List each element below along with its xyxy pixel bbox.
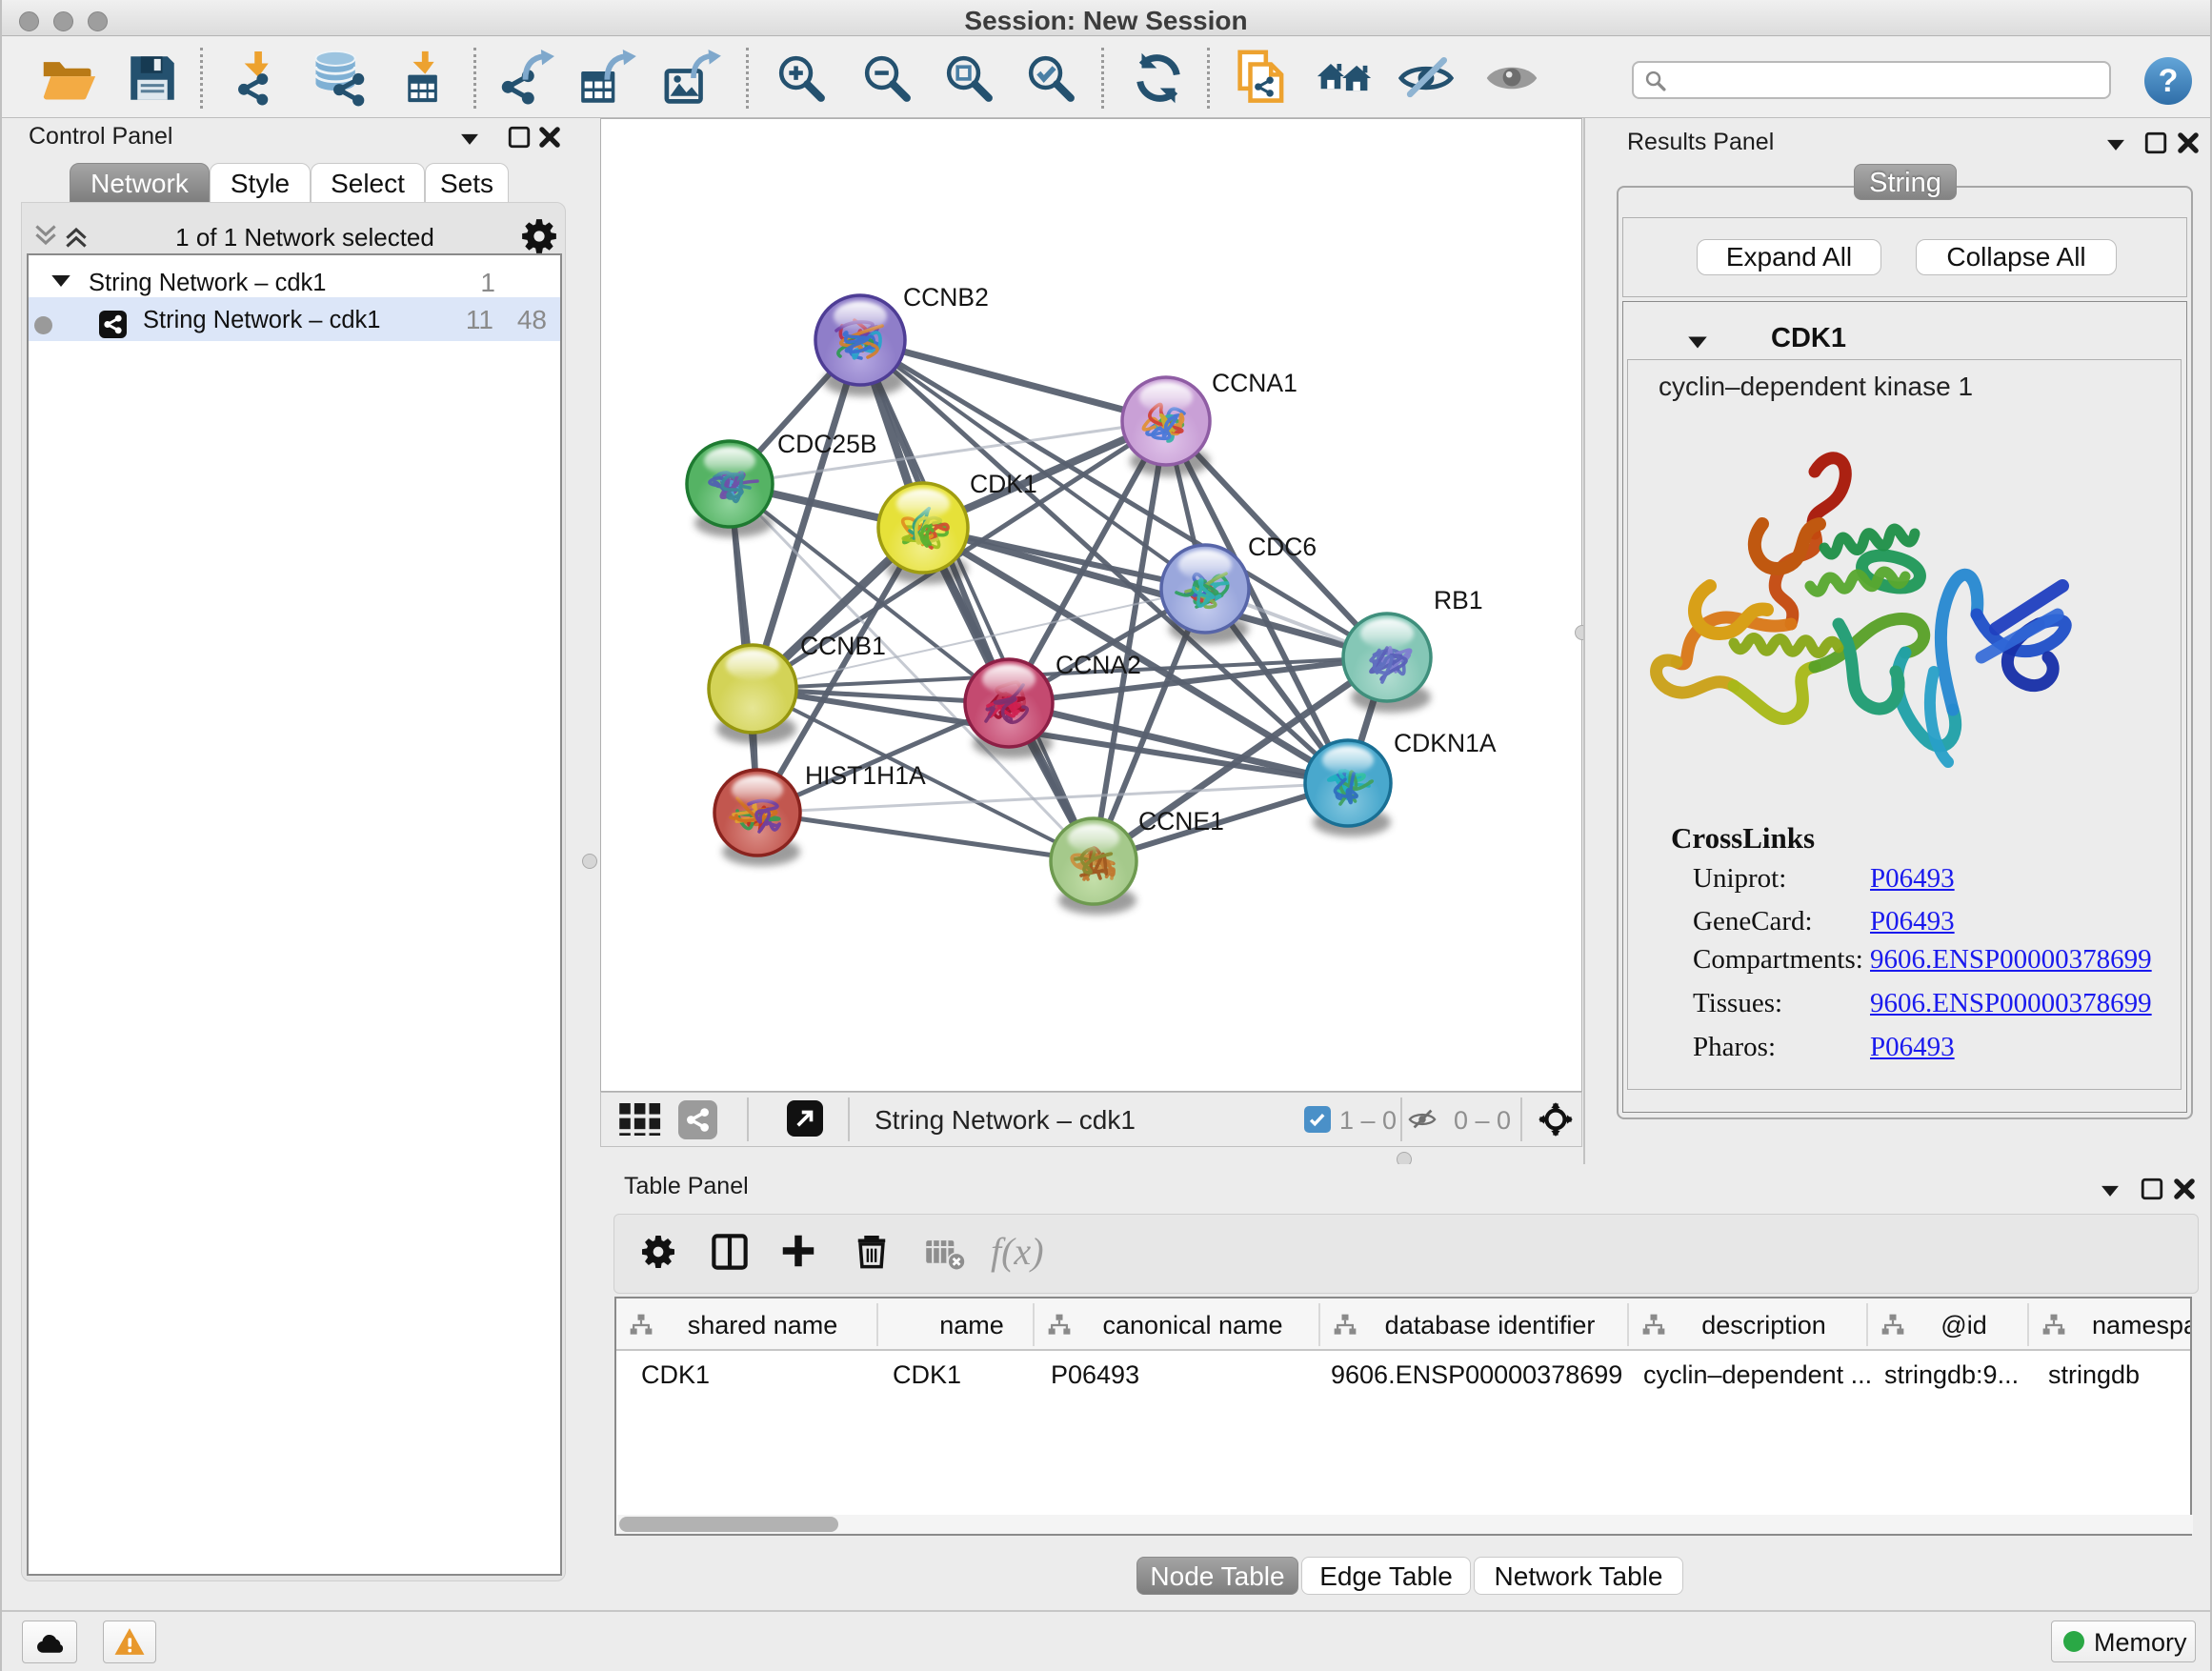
svg-text:CDK1: CDK1 <box>970 470 1037 498</box>
svg-text:CDC6: CDC6 <box>1248 533 1317 561</box>
svg-text:CCNB2: CCNB2 <box>903 283 989 312</box>
svg-text:CCNE1: CCNE1 <box>1138 807 1224 836</box>
svg-text:HIST1H1A: HIST1H1A <box>805 761 926 790</box>
svg-text:RB1: RB1 <box>1434 586 1483 614</box>
svg-text:CCNA1: CCNA1 <box>1212 369 1297 397</box>
svg-text:CCNA2: CCNA2 <box>1056 651 1141 679</box>
svg-text:CDC25B: CDC25B <box>777 430 877 458</box>
svg-text:CCNB1: CCNB1 <box>800 632 886 660</box>
svg-text:CDKN1A: CDKN1A <box>1394 729 1497 757</box>
